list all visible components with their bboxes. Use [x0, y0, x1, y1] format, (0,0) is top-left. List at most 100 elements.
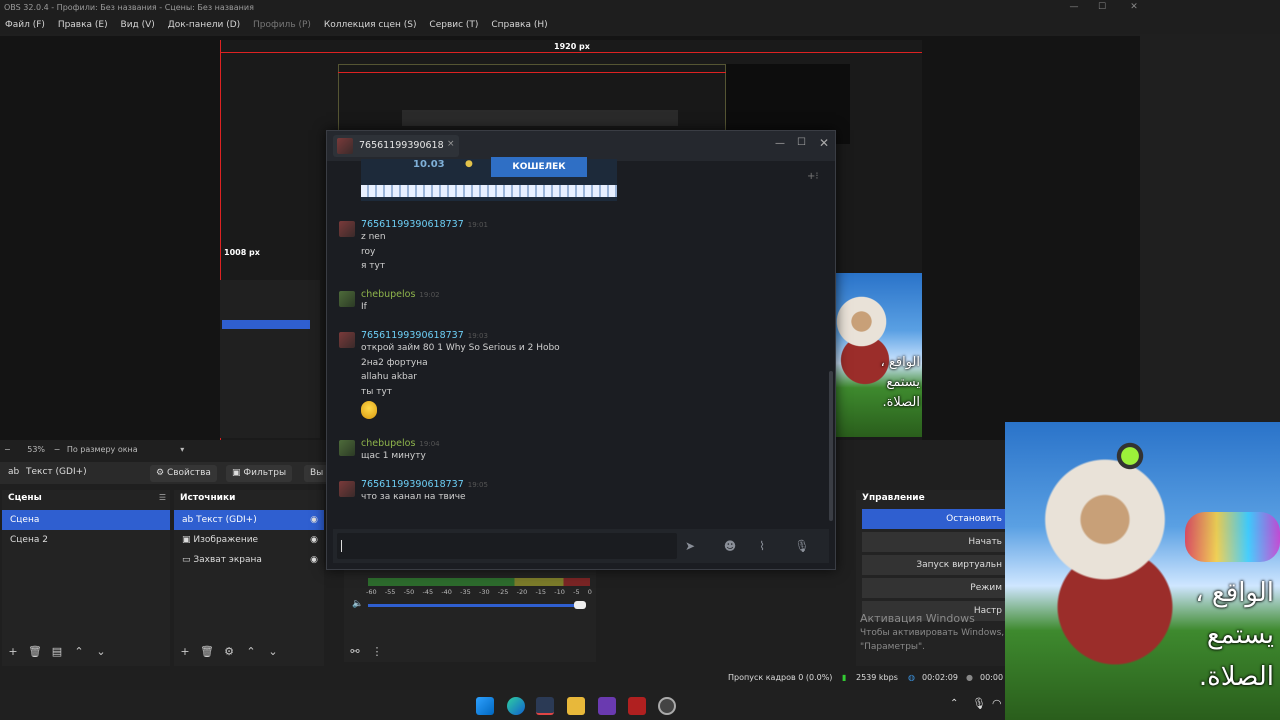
eye-icon[interactable]: ◉: [310, 530, 318, 550]
studio-mode-button[interactable]: Режим: [862, 578, 1006, 598]
chat-scrollbar[interactable]: [829, 371, 833, 521]
wifi-icon[interactable]: ◠: [992, 697, 1002, 710]
message-time: 19:01: [467, 221, 488, 229]
message-author[interactable]: chebupelos: [361, 438, 415, 449]
message-input[interactable]: [337, 533, 677, 559]
speaker-icon[interactable]: 🔈: [352, 599, 363, 609]
zoom-out-icon[interactable]: −: [4, 445, 11, 454]
menu-bar: Файл (F) Правка (E) Вид (V) Док-панели (…: [0, 16, 1280, 34]
trash-icon[interactable]: 🗑: [196, 642, 218, 662]
menu-docks[interactable]: Док-панели (D): [163, 16, 245, 34]
close-icon[interactable]: ✕: [1120, 0, 1148, 16]
link-icon[interactable]: ⚯: [344, 642, 366, 662]
scenes-dock: Сцены ☰ Сцена Сцена 2 + 🗑 ▤ ⌃ ⌄: [2, 490, 170, 666]
maximize-icon[interactable]: ☐: [797, 137, 806, 148]
maximize-icon[interactable]: ☐: [1088, 0, 1116, 16]
start-virtual-camera-button[interactable]: Запуск виртуальн: [862, 555, 1006, 575]
meter-tick: -5: [573, 588, 580, 596]
wallet-button[interactable]: КОШЕЛЕК: [491, 157, 587, 177]
meter-tick: -45: [422, 588, 434, 596]
dota-icon[interactable]: [628, 697, 646, 715]
message-author[interactable]: 76561199390618737: [361, 479, 464, 490]
move-up-icon[interactable]: ⌃: [240, 642, 262, 662]
message-time: 19:03: [467, 332, 488, 340]
avatar: [339, 440, 355, 456]
properties-button[interactable]: ⚙ Свойства: [150, 465, 217, 482]
microphone-icon[interactable]: 🎙: [972, 697, 986, 710]
emoji-icon[interactable]: ☻: [721, 537, 739, 555]
message-line: открой займ 80 1 Why So Serious и 2 Hobo: [361, 343, 560, 353]
filters-button[interactable]: ▣ Фильтры: [226, 465, 293, 482]
scene-item[interactable]: Сцена: [2, 510, 170, 530]
minimize-icon[interactable]: —: [775, 138, 785, 149]
meter-ticks: -60 -55 -50 -45 -40 -35 -30 -25 -20 -15 -10 -5 0: [366, 588, 592, 598]
scene-item[interactable]: Сцена 2: [2, 530, 170, 550]
game-art-overlay: الواقع ، يستمع الصلاة.: [1005, 422, 1280, 720]
wallet-amount: 10.03: [413, 159, 445, 170]
message-author[interactable]: 76561199390618737: [361, 330, 464, 341]
zoom-bar: − 53% − По размеру окна ▾: [0, 443, 330, 457]
eye-icon[interactable]: ◉: [310, 510, 318, 530]
filter-icon[interactable]: ▤: [46, 642, 68, 662]
zoom-in-icon[interactable]: −: [54, 445, 61, 454]
chat-tab[interactable]: 76561199390618 ×: [333, 135, 459, 157]
menu-file[interactable]: Файл (F): [0, 16, 50, 34]
volume-slider-handle[interactable]: [574, 601, 586, 609]
filter-icon: ▣: [232, 468, 244, 478]
menu-profile[interactable]: Профиль (P): [248, 16, 316, 34]
windows-start-icon[interactable]: [476, 697, 494, 715]
add-icon[interactable]: +: [2, 642, 24, 662]
folder-icon[interactable]: [567, 697, 585, 715]
chevron-up-icon[interactable]: ⌃: [950, 698, 958, 709]
gear-icon[interactable]: ⚙: [218, 642, 240, 662]
send-icon[interactable]: ➤: [681, 537, 699, 555]
move-down-icon[interactable]: ⌄: [90, 642, 112, 662]
add-friend-icon[interactable]: +⁝: [807, 171, 819, 182]
eye-icon[interactable]: ◉: [310, 550, 318, 570]
menu-help[interactable]: Справка (H): [486, 16, 552, 34]
filters-label: Фильтры: [243, 468, 287, 478]
edge-icon[interactable]: [507, 697, 525, 715]
voice-icon[interactable]: 🎙: [793, 537, 811, 555]
message-author[interactable]: chebupelos: [361, 289, 415, 300]
steam-icon[interactable]: [536, 697, 554, 715]
menu-edit[interactable]: Правка (E): [53, 16, 113, 34]
activation-line-1: Чтобы активировать Windows,: [860, 628, 1005, 638]
chevron-down-icon[interactable]: ▾: [180, 445, 184, 454]
gear-icon: ⚙: [156, 468, 167, 478]
message-author[interactable]: 76561199390618737: [361, 219, 464, 230]
menu-view[interactable]: Вид (V): [116, 16, 160, 34]
arabic-line-1: الواقع ،: [1195, 578, 1274, 608]
wallet-snow-border: [361, 185, 617, 197]
activation-title: Активация Windows: [860, 612, 975, 625]
chat-message-group: chebupelos 19:02 If: [339, 289, 799, 315]
close-tab-icon[interactable]: ×: [447, 139, 455, 149]
message-line: roy: [361, 246, 376, 257]
stop-streaming-button[interactable]: Остановить: [862, 509, 1006, 529]
zoom-mode-select[interactable]: По размеру окна: [67, 445, 138, 454]
add-icon[interactable]: +: [174, 642, 196, 662]
start-recording-button[interactable]: Начать: [862, 532, 1006, 552]
app-icon[interactable]: [598, 697, 616, 715]
source-item-image[interactable]: ▣ Изображение ◉: [174, 530, 324, 550]
nested-guide-line: [338, 72, 726, 73]
volume-slider[interactable]: [368, 604, 584, 607]
attachment-icon[interactable]: ⌇: [753, 537, 771, 555]
coin-icon: ●: [465, 159, 473, 169]
source-item-display-capture[interactable]: ▭ Захват экрана ◉: [174, 550, 324, 570]
move-down-icon[interactable]: ⌄: [262, 642, 284, 662]
more-vertical-icon[interactable]: ⋮: [366, 642, 388, 662]
menu-tools[interactable]: Сервис (T): [424, 16, 483, 34]
dock-menu-icon[interactable]: ☰: [159, 493, 166, 502]
controls-title: Управление: [862, 493, 925, 503]
close-icon[interactable]: ✕: [819, 136, 829, 150]
record-icon: ●: [966, 673, 973, 682]
obs-icon[interactable]: [658, 697, 676, 715]
menu-scene-collection[interactable]: Коллекция сцен (S): [319, 16, 422, 34]
trash-icon[interactable]: 🗑: [24, 642, 46, 662]
move-up-icon[interactable]: ⌃: [68, 642, 90, 662]
minimize-icon[interactable]: —: [1060, 0, 1088, 16]
meter-tick: -35: [460, 588, 471, 596]
wallet-banner: 10.03 ● КОШЕЛЕК: [361, 157, 617, 201]
source-item-text[interactable]: ab Текст (GDI+) ◉: [174, 510, 324, 530]
